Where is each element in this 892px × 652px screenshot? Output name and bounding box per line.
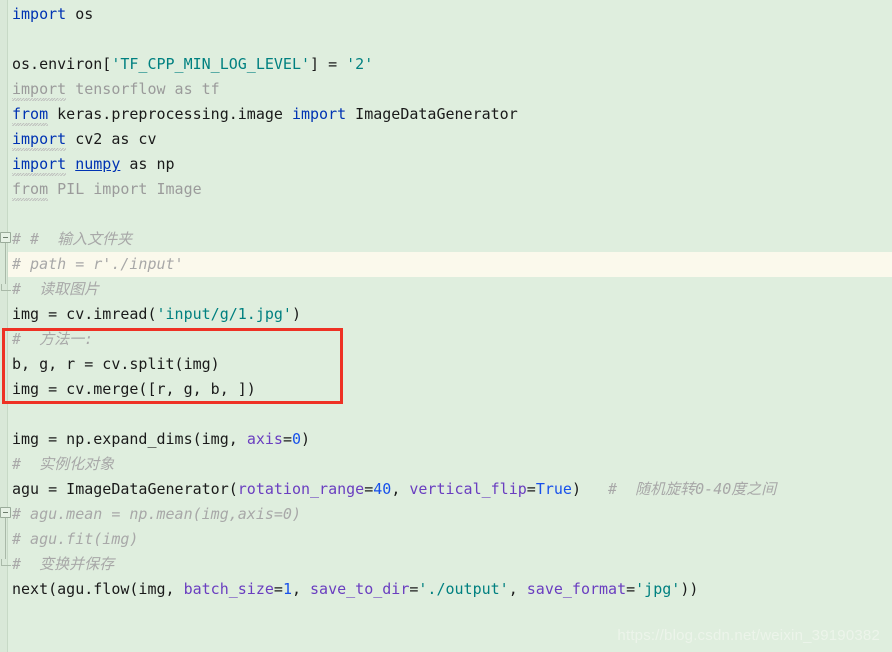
code-token: img = cv.imread( xyxy=(12,305,157,323)
code-line[interactable]: # 变换并保存 xyxy=(0,552,892,577)
code-token: , xyxy=(391,480,410,498)
code-line[interactable]: # 方法一: xyxy=(0,327,892,352)
code-line[interactable]: b, g, r = cv.split(img) xyxy=(0,352,892,377)
code-token: 0 xyxy=(291,430,301,448)
code-token: = xyxy=(626,580,636,598)
code-token: os xyxy=(66,5,94,23)
code-token: # agu.fit(img) xyxy=(12,530,139,548)
code-token: from xyxy=(12,102,49,127)
code-token: 'TF_CPP_MIN_LOG_LEVEL' xyxy=(111,55,311,73)
code-token: vertical_flip xyxy=(409,480,527,498)
code-line[interactable]: img = cv.imread('input/g/1.jpg') xyxy=(0,302,892,327)
code-token: import xyxy=(12,77,67,102)
code-token: cv2 as cv xyxy=(66,130,157,148)
code-token: )) xyxy=(680,580,699,598)
code-line[interactable] xyxy=(0,402,892,427)
fold-range-line xyxy=(5,243,6,284)
fold-region-input-folder[interactable] xyxy=(0,232,13,291)
code-token: import xyxy=(291,105,347,123)
code-token: , xyxy=(508,580,527,598)
code-token: as np xyxy=(120,155,175,173)
code-token: 40 xyxy=(373,480,392,498)
code-token: numpy xyxy=(75,155,121,173)
code-token: 'jpg' xyxy=(635,580,681,598)
code-token: os.environ[ xyxy=(12,55,112,73)
code-token: ) xyxy=(571,480,581,498)
code-token: save_format xyxy=(526,580,627,598)
code-line[interactable]: import cv2 as cv xyxy=(0,127,892,152)
code-token: axis xyxy=(246,430,283,448)
code-token: agu = ImageDataGenerator( xyxy=(12,480,238,498)
code-token: = xyxy=(526,480,536,498)
fold-range-end-icon xyxy=(1,559,11,566)
code-token: tensorflow as tf xyxy=(66,80,220,98)
code-token: import xyxy=(12,5,67,23)
code-token: '2' xyxy=(346,55,374,73)
code-line[interactable]: import tensorflow as tf xyxy=(0,77,892,102)
code-token: # agu.mean = np.mean(img,axis=0) xyxy=(12,505,301,523)
code-token: # path = r'./input' xyxy=(12,255,184,273)
code-token: 1 xyxy=(282,580,292,598)
code-line[interactable]: agu = ImageDataGenerator(rotation_range=… xyxy=(0,477,892,502)
code-line[interactable] xyxy=(0,27,892,52)
code-token: b, g, r = cv.split(img) xyxy=(12,355,220,373)
code-line[interactable] xyxy=(0,202,892,227)
fold-region-transform-save[interactable] xyxy=(0,507,13,566)
code-line[interactable]: import numpy as np xyxy=(0,152,892,177)
fold-range-end-icon xyxy=(1,284,11,291)
code-token: batch_size xyxy=(183,580,274,598)
code-line[interactable]: # # 输入文件夹 xyxy=(0,227,892,252)
fold-range-line xyxy=(5,518,6,559)
fold-collapse-icon[interactable] xyxy=(0,232,11,243)
code-line[interactable]: # agu.fit(img) xyxy=(0,527,892,552)
code-token: img = cv.merge([r, g, b, ]) xyxy=(12,380,256,398)
code-token: 'input/g/1.jpg' xyxy=(156,305,292,323)
fold-collapse-icon[interactable] xyxy=(0,507,11,518)
code-token: # 方法一: xyxy=(12,330,94,348)
code-token: img = np.expand_dims(img, xyxy=(12,430,247,448)
code-token: True xyxy=(535,480,572,498)
code-token: # 随机旋转0-40度之间 xyxy=(580,480,777,498)
code-token: # # 输入文件夹 xyxy=(12,230,133,248)
code-line[interactable]: img = cv.merge([r, g, b, ]) xyxy=(0,377,892,402)
code-token: ] = xyxy=(310,55,347,73)
code-token: # 实例化对象 xyxy=(12,455,115,473)
code-token: # 变换并保存 xyxy=(12,555,115,573)
code-token: = xyxy=(273,580,283,598)
code-line[interactable]: # path = r'./input' xyxy=(0,252,892,277)
code-token: keras.preprocessing.image xyxy=(48,105,292,123)
code-token: PIL import Image xyxy=(48,180,202,198)
code-editor-window[interactable]: import os os.environ['TF_CPP_MIN_LOG_LEV… xyxy=(0,0,892,652)
code-line[interactable]: # 读取图片 xyxy=(0,277,892,302)
code-token: next(agu.flow(img, xyxy=(12,580,184,598)
code-line[interactable]: os.environ['TF_CPP_MIN_LOG_LEVEL'] = '2' xyxy=(0,52,892,77)
code-token: ImageDataGenerator xyxy=(346,105,518,123)
code-token: , xyxy=(291,580,311,598)
code-token: = xyxy=(282,430,292,448)
code-token: ) xyxy=(301,430,311,448)
code-line[interactable]: img = np.expand_dims(img, axis=0) xyxy=(0,427,892,452)
code-token: './output' xyxy=(418,580,509,598)
code-token: = xyxy=(364,480,374,498)
code-token: ) xyxy=(291,305,301,323)
code-token: import xyxy=(12,127,67,152)
code-line[interactable]: from PIL import Image xyxy=(0,177,892,202)
code-token: # 读取图片 xyxy=(12,280,100,298)
code-token: import xyxy=(12,152,67,177)
code-token: from xyxy=(12,177,49,202)
code-line[interactable]: next(agu.flow(img, batch_size=1, save_to… xyxy=(0,577,892,602)
code-line[interactable]: from keras.preprocessing.image import Im… xyxy=(0,102,892,127)
code-line[interactable]: # 实例化对象 xyxy=(0,452,892,477)
code-content-area[interactable]: import os os.environ['TF_CPP_MIN_LOG_LEV… xyxy=(0,0,892,652)
code-token: save_to_dir xyxy=(310,580,410,598)
code-line[interactable]: import os xyxy=(0,2,892,27)
csdn-watermark: https://blog.csdn.net/weixin_39190382 xyxy=(617,627,880,644)
code-token: rotation_range xyxy=(237,480,365,498)
code-line[interactable]: # agu.mean = np.mean(img,axis=0) xyxy=(0,502,892,527)
